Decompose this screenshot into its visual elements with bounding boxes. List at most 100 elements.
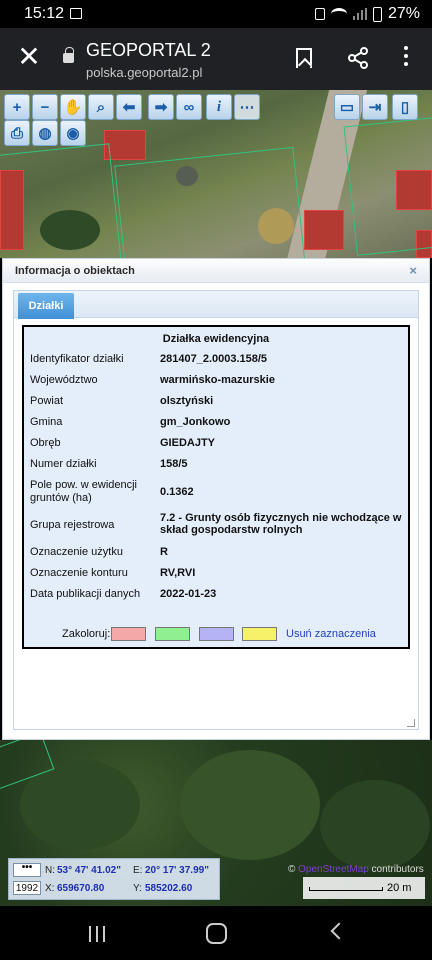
- status-icons: 27%: [314, 5, 420, 23]
- coord-y-value: 585202.60: [145, 883, 193, 894]
- zoom-in-icon[interactable]: +: [4, 94, 30, 120]
- info-value: gm_Jonkowo: [160, 416, 231, 428]
- coord-x-value: 659670.80: [57, 883, 105, 894]
- image-notification-icon: [70, 8, 82, 19]
- info-label: Oznaczenie konturu: [30, 567, 128, 579]
- page-url[interactable]: polska.geoportal2.pl: [86, 65, 202, 80]
- info-value: 281407_2.0003.158/5: [160, 353, 268, 365]
- print-icon[interactable]: ⎙: [4, 120, 30, 146]
- window-icon[interactable]: ▭: [334, 94, 360, 120]
- info-label: Obręb: [30, 437, 61, 449]
- coord-x-label: X:: [45, 883, 55, 894]
- home-icon[interactable]: [206, 923, 227, 944]
- sidebar-icon[interactable]: ▯: [392, 94, 418, 120]
- info-value: olsztyński: [160, 395, 214, 407]
- system-nav-bar: [0, 906, 432, 960]
- link-icon[interactable]: ∞: [176, 94, 202, 120]
- tab-dzialki[interactable]: Działki: [18, 293, 74, 319]
- lock-notification-icon: [314, 8, 325, 20]
- info-value: GIEDAJTY: [160, 437, 216, 449]
- scale-label: 20 m: [387, 882, 412, 894]
- panel-header: Informacja o obiektach ×: [3, 259, 429, 283]
- parcel-boundary: [343, 114, 432, 256]
- status-bar: 15:12 27%: [0, 0, 432, 28]
- parcel-boundary: [0, 143, 131, 258]
- tab-content: Działka ewidencyjna Identyfikator działk…: [13, 318, 419, 730]
- scale-bar: 20 m: [303, 877, 425, 899]
- info-value: RV,RVI: [160, 567, 196, 579]
- wifi-icon: [330, 8, 347, 20]
- info-label: Powiat: [30, 395, 64, 407]
- map-view[interactable]: + − ✋ ⌕ ⬅ ➡ ∞ i ⋯ ⎙ ◍ ◉ ▭ ⇥ ▯: [0, 90, 432, 258]
- info-label: Oznaczenie użytku: [30, 546, 123, 558]
- close-icon[interactable]: ×: [409, 263, 417, 278]
- screen: 15:12 27% ✕ GEOPORTAL 2 polska.geoportal…: [0, 0, 432, 960]
- color-swatch-red[interactable]: [111, 627, 146, 641]
- back-arrow-icon[interactable]: ⬅: [116, 94, 142, 120]
- map-attribution: © OpenStreetMap contributors: [288, 864, 424, 875]
- map-building: [304, 210, 344, 250]
- info-value: 2022-01-23: [160, 588, 217, 600]
- zoom-area-icon[interactable]: ⌕: [88, 94, 114, 120]
- crs-selector[interactable]: 1992: [13, 881, 41, 895]
- share-icon[interactable]: [346, 46, 370, 70]
- page-title: GEOPORTAL 2: [86, 40, 211, 60]
- coord-n-value: 53° 47' 41.02": [57, 865, 121, 876]
- map-tree: [180, 750, 320, 860]
- info-value: R: [160, 546, 168, 558]
- scale-bar-line: [309, 887, 383, 891]
- info-label: Pole pow. w ewidencji gruntów (ha): [30, 479, 138, 504]
- attribution-suffix: contributors: [371, 864, 424, 875]
- bookmark-icon[interactable]: [296, 48, 312, 68]
- export-icon[interactable]: ⇥: [362, 94, 388, 120]
- resize-handle-icon[interactable]: [407, 719, 415, 727]
- object-info-panel: Informacja o obiektach × Działki Działka…: [2, 258, 430, 740]
- panel-title: Informacja o obiektach: [15, 265, 135, 277]
- pan-hand-icon[interactable]: ✋: [60, 94, 86, 120]
- coord-n-label: N:: [45, 865, 55, 876]
- parcel-info-card: Działka ewidencyjna Identyfikator działk…: [22, 325, 410, 649]
- parcel-boundary: [114, 146, 306, 258]
- info-value: warmińsko-mazurskie: [160, 374, 275, 386]
- osm-link[interactable]: OpenStreetMap: [298, 864, 369, 875]
- forward-arrow-icon[interactable]: ➡: [148, 94, 174, 120]
- browser-app-bar: ✕ GEOPORTAL 2 polska.geoportal2.pl: [0, 28, 432, 90]
- attribution-prefix: ©: [288, 864, 296, 875]
- info-label: Grupa rejestrowa: [30, 519, 115, 531]
- back-icon[interactable]: [330, 922, 348, 940]
- battery-percent: 27%: [387, 5, 420, 22]
- coord-e-label: E:: [133, 865, 143, 876]
- battery-icon: [372, 6, 382, 22]
- coord-y-label: Y:: [133, 883, 142, 894]
- info-label: Data publikacji danych: [30, 588, 141, 600]
- card-title: Działka ewidencyjna: [162, 333, 270, 345]
- info-icon[interactable]: i: [206, 94, 232, 120]
- info-value: 7.2 - Grunty osób fizycznych nie wchodzą…: [160, 512, 402, 536]
- info-value: 0.1362: [160, 486, 194, 498]
- color-swatch-green[interactable]: [155, 627, 190, 641]
- clear-selection-link[interactable]: Usuń zaznaczenia: [286, 628, 376, 640]
- measure-icon[interactable]: ⋯: [234, 94, 260, 120]
- map-tree: [320, 780, 430, 870]
- info-label: Identyfikator działki: [30, 353, 124, 365]
- info-label: Województwo: [30, 374, 98, 386]
- recent-apps-icon[interactable]: [87, 926, 107, 942]
- color-swatch-blue[interactable]: [199, 627, 234, 641]
- close-icon[interactable]: ✕: [16, 42, 42, 72]
- globe-icon[interactable]: ◍: [32, 120, 58, 146]
- signal-icon: [352, 8, 367, 20]
- color-swatch-yellow[interactable]: [242, 627, 277, 641]
- target-icon[interactable]: ◉: [60, 120, 86, 146]
- more-options-icon[interactable]: [402, 44, 410, 72]
- secure-lock-icon: [63, 47, 74, 63]
- tab-strip: Działki: [13, 290, 419, 319]
- coord-e-value: 20° 17' 37.99": [145, 865, 209, 876]
- zoom-out-icon[interactable]: −: [32, 94, 58, 120]
- color-label: Zakoloruj:: [62, 628, 111, 640]
- status-time: 15:12: [24, 5, 65, 22]
- coords-menu-button[interactable]: •••: [13, 863, 41, 877]
- info-value: 158/5: [160, 458, 188, 470]
- info-label: Numer działki: [30, 458, 97, 470]
- coordinates-panel: ••• 1992 N: 53° 47' 41.02" E: 20° 17' 37…: [8, 858, 220, 900]
- info-label: Gmina: [30, 416, 63, 428]
